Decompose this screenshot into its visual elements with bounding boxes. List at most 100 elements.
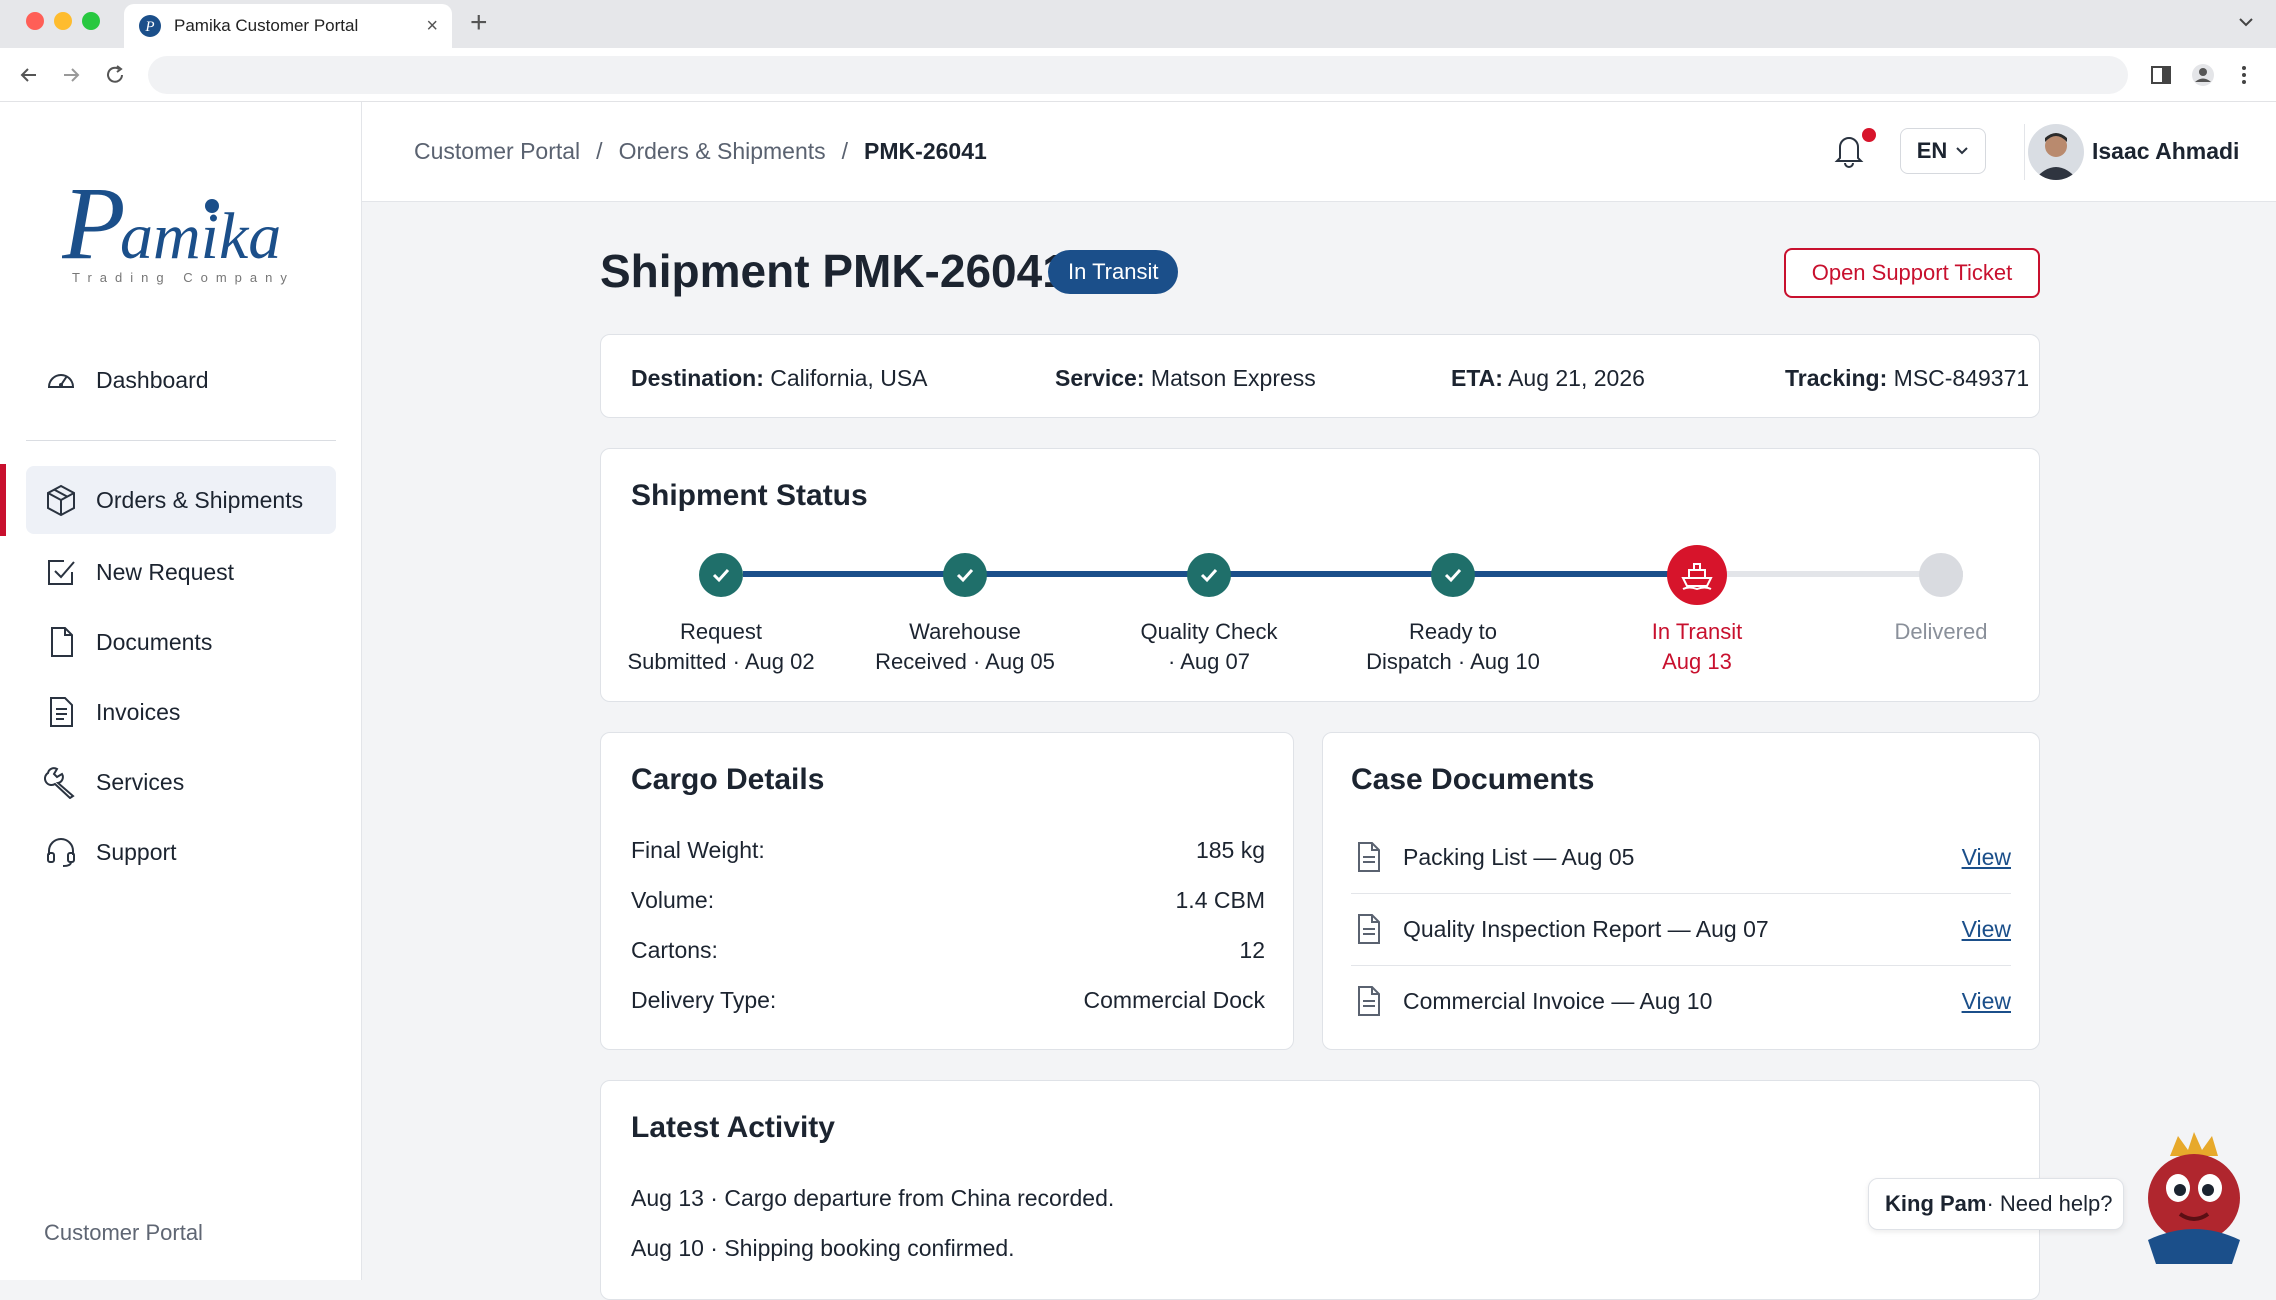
sidebar-item-label: Orders & Shipments bbox=[96, 486, 304, 513]
tab-list-chevron-icon[interactable] bbox=[2236, 12, 2256, 32]
status-step-in-transit: In Transit Aug 13 bbox=[1597, 545, 1797, 677]
cargo-value: 185 kg bbox=[1195, 837, 1265, 863]
cargo-label: Cartons: bbox=[631, 937, 718, 963]
reload-icon[interactable] bbox=[102, 62, 128, 88]
sidebar-item-new-request[interactable]: New Request bbox=[26, 538, 336, 606]
status-step-delivered: Delivered bbox=[1841, 545, 2041, 647]
sidebar-item-documents[interactable]: Documents bbox=[26, 608, 336, 676]
step-pending-icon bbox=[1919, 553, 1963, 597]
sidebar-item-label: Services bbox=[96, 768, 185, 795]
breadcrumb-customer-portal[interactable]: Customer Portal bbox=[414, 138, 580, 165]
profile-icon[interactable] bbox=[2190, 62, 2216, 88]
document-name: Quality Inspection Report — Aug 07 bbox=[1403, 915, 1769, 942]
step-check-icon bbox=[943, 553, 987, 597]
pamika-favicon-icon: P bbox=[139, 15, 161, 37]
language-value: EN bbox=[1916, 138, 1948, 163]
headset-icon bbox=[47, 838, 75, 867]
pamika-logo[interactable]: P amika Trading Company bbox=[62, 162, 302, 292]
sidebar: P amika Trading Company Dashboard Orders… bbox=[0, 102, 362, 1280]
cargo-label: Delivery Type: bbox=[631, 987, 777, 1013]
sidebar-item-orders-shipments[interactable]: Orders & Shipments bbox=[26, 466, 336, 534]
king-pam-mascot-icon[interactable] bbox=[2128, 1128, 2258, 1268]
breadcrumb-current: PMK-26041 bbox=[864, 138, 987, 164]
view-document-link[interactable]: View bbox=[1962, 988, 2011, 1015]
window-controls bbox=[26, 12, 100, 30]
activity-item: Aug 13 · Cargo departure from China reco… bbox=[631, 1185, 1115, 1211]
step-check-icon bbox=[699, 553, 743, 597]
document-row: Commercial Invoice — Aug 10 View bbox=[1351, 965, 2011, 1037]
sidebar-item-support[interactable]: Support bbox=[26, 818, 336, 886]
page-title: Shipment PMK-26041 bbox=[600, 245, 1068, 297]
status-title: Shipment Status bbox=[631, 479, 868, 512]
sidebar-item-label: Dashboard bbox=[96, 366, 209, 393]
logo-subtext: Trading Company bbox=[72, 270, 295, 285]
breadcrumb-separator: / bbox=[596, 138, 603, 164]
breadcrumb-separator: / bbox=[841, 138, 849, 164]
step-label: Ready to Dispatch · Aug 10 bbox=[1366, 619, 1540, 674]
document-icon bbox=[1358, 842, 1380, 872]
svg-text:P: P bbox=[144, 19, 154, 35]
maximize-window-button[interactable] bbox=[82, 12, 100, 30]
user-name[interactable]: Isaac Ahmadi bbox=[2092, 138, 2239, 165]
status-step-ready-to-dispatch: Ready to Dispatch · Aug 10 bbox=[1353, 545, 1553, 677]
document-icon bbox=[51, 627, 73, 657]
minimize-window-button[interactable] bbox=[54, 12, 72, 30]
sidebar-item-dashboard[interactable]: Dashboard bbox=[26, 346, 336, 414]
cargo-row: Cartons: 12 bbox=[631, 937, 1265, 964]
chevron-down-icon bbox=[1956, 147, 1968, 155]
language-select[interactable]: EN bbox=[1900, 128, 1986, 174]
sidebar-item-label: New Request bbox=[96, 558, 235, 585]
chat-helper-bubble[interactable]: King Pam · Need help? bbox=[1868, 1178, 2124, 1230]
cargo-row: Delivery Type: Commercial Dock bbox=[631, 987, 1265, 1014]
browser-menu-icon[interactable] bbox=[2234, 62, 2254, 88]
browser-tab-bar: P Pamika Customer Portal × + bbox=[0, 0, 2276, 48]
breadcrumb-orders-shipments[interactable]: Orders & Shipments bbox=[619, 138, 826, 165]
destination-value: California, USA bbox=[770, 365, 928, 391]
svg-text:P: P bbox=[62, 166, 126, 281]
side-panel-icon[interactable] bbox=[2148, 62, 2174, 88]
new-tab-button[interactable]: + bbox=[470, 6, 488, 40]
sidebar-item-services[interactable]: Services bbox=[26, 748, 336, 816]
eta-value: Aug 21, 2026 bbox=[1508, 365, 1645, 391]
checkbox-icon bbox=[48, 560, 75, 585]
browser-tab[interactable]: P Pamika Customer Portal × bbox=[124, 4, 452, 48]
document-icon bbox=[1358, 986, 1380, 1016]
step-label: Quality Check · Aug 07 bbox=[1140, 619, 1278, 674]
activity-item: Aug 10 · Shipping booking confirmed. bbox=[631, 1235, 1015, 1261]
sidebar-item-label: Documents bbox=[96, 628, 213, 655]
document-icon bbox=[1358, 914, 1380, 944]
package-icon bbox=[47, 484, 75, 517]
destination-field: Destination: California, USA bbox=[631, 365, 928, 391]
cargo-value: 1.4 CBM bbox=[1175, 887, 1265, 913]
sidebar-divider bbox=[26, 440, 336, 441]
service-field: Service: Matson Express bbox=[1055, 365, 1316, 391]
cargo-row: Final Weight: 185 kg bbox=[631, 837, 1265, 864]
back-arrow-icon[interactable] bbox=[16, 62, 42, 88]
sidebar-item-label: Invoices bbox=[96, 698, 181, 725]
cargo-value: 12 bbox=[1239, 937, 1265, 963]
cargo-title: Cargo Details bbox=[631, 763, 825, 796]
wrench-icon bbox=[44, 767, 75, 799]
cargo-value: Commercial Dock bbox=[1083, 987, 1265, 1013]
avatar[interactable] bbox=[2028, 124, 2084, 180]
cargo-row: Volume: 1.4 CBM bbox=[631, 887, 1265, 914]
latest-activity-card: Latest Activity Aug 13 · Cargo departure… bbox=[600, 1080, 2040, 1300]
status-step-quality-check: Quality Check · Aug 07 bbox=[1109, 545, 1309, 677]
cargo-label: Volume: bbox=[631, 887, 715, 913]
user-avatar-icon bbox=[2028, 124, 2084, 180]
tab-close-icon[interactable]: × bbox=[426, 15, 438, 38]
notification-bell-icon[interactable] bbox=[1832, 132, 1866, 168]
sidebar-item-invoices[interactable]: Invoices bbox=[26, 678, 336, 746]
close-window-button[interactable] bbox=[26, 12, 44, 30]
view-document-link[interactable]: View bbox=[1962, 916, 2011, 943]
view-document-link[interactable]: View bbox=[1962, 844, 2011, 871]
eta-field: ETA: Aug 21, 2026 bbox=[1451, 365, 1645, 391]
step-label: In Transit Aug 13 bbox=[1651, 619, 1743, 674]
forward-arrow-icon[interactable] bbox=[58, 62, 84, 88]
tracking-field: Tracking: MSC-849371 bbox=[1785, 365, 2030, 391]
sidebar-footer: Customer Portal bbox=[44, 1220, 203, 1245]
documents-title: Case Documents bbox=[1351, 763, 1595, 796]
page-header: Customer Portal / Orders & Shipments / P… bbox=[362, 102, 2276, 202]
open-support-ticket-button[interactable]: Open Support Ticket bbox=[1784, 248, 2040, 298]
address-bar[interactable] bbox=[148, 56, 2128, 94]
